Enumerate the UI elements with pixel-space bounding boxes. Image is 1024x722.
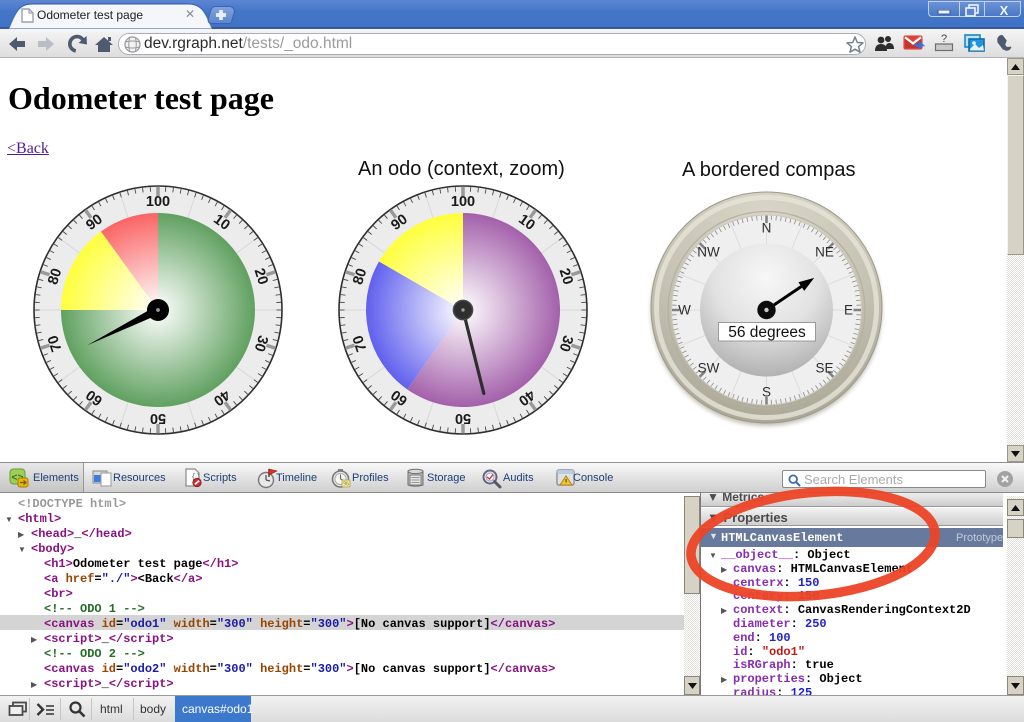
svg-text:S: S xyxy=(762,385,771,400)
svg-text:100: 100 xyxy=(146,194,170,210)
svg-text:%: % xyxy=(343,482,349,488)
svg-text:E: E xyxy=(844,303,853,318)
svg-text:NW: NW xyxy=(697,245,720,260)
svg-text:?: ? xyxy=(941,33,947,45)
svg-text:50: 50 xyxy=(455,410,471,426)
svg-text:N: N xyxy=(762,221,772,236)
svg-text:SE: SE xyxy=(815,360,833,375)
svg-text:56 degrees: 56 degrees xyxy=(728,324,806,341)
svg-text:X: X xyxy=(1000,4,1009,17)
svg-text:NE: NE xyxy=(815,245,834,260)
svg-text:W: W xyxy=(678,303,691,318)
svg-text:SW: SW xyxy=(698,360,720,375)
svg-text:50: 50 xyxy=(150,410,166,426)
svg-text:100: 100 xyxy=(451,194,475,210)
